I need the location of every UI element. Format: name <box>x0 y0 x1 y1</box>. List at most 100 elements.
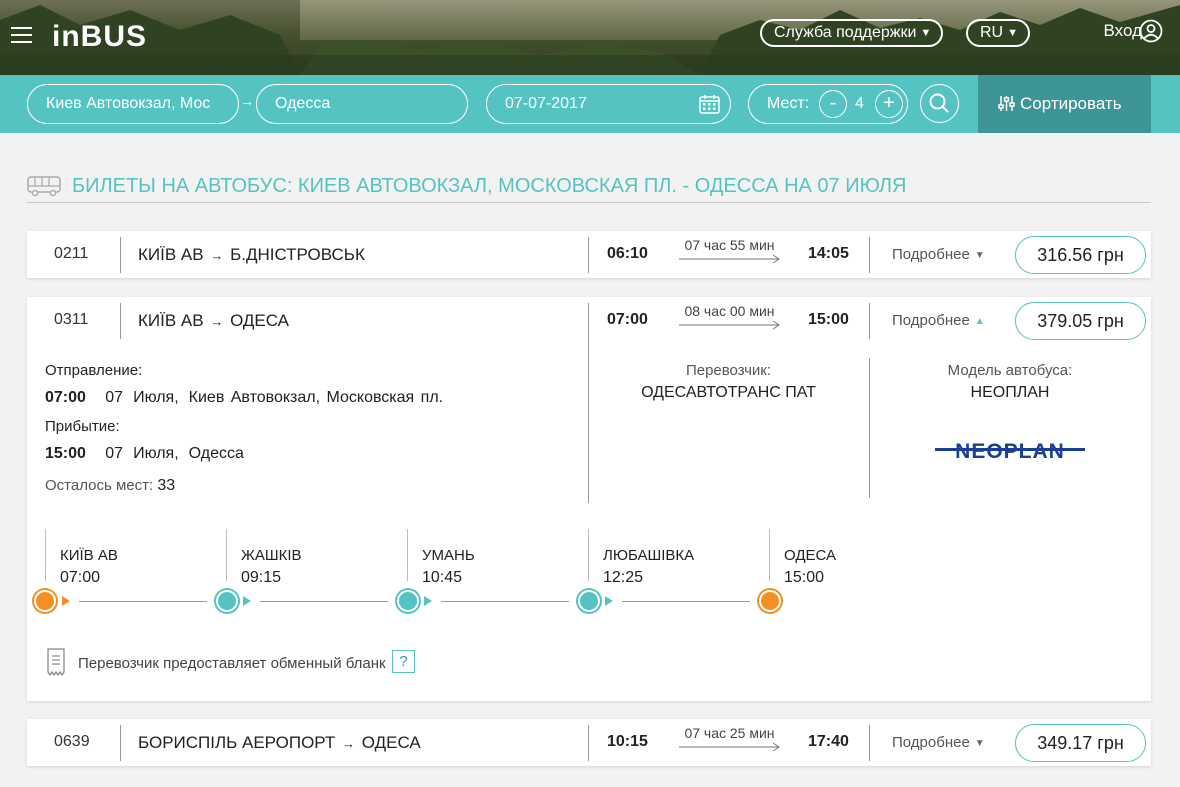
departure-detail-time: 07:00 <box>45 389 86 406</box>
departure-time: 06:10 <box>607 245 648 262</box>
route-from: КИЇВ АВ <box>138 245 204 264</box>
route-segment <box>79 601 207 602</box>
arrival-time: 14:05 <box>808 245 849 262</box>
hamburger-icon[interactable] <box>11 27 32 44</box>
divider <box>869 725 870 761</box>
trip-route: КИЇВ АВ → ОДЕСА <box>138 311 289 331</box>
stop-dot <box>578 590 600 612</box>
neoplan-logo: NEOPLAN <box>935 440 1085 462</box>
route-from: КИЇВ АВ <box>138 311 204 330</box>
caret-up-icon: ▲ <box>974 316 985 327</box>
route-from: БОРИСПІЛЬ АЕРОПОРТ <box>138 733 336 752</box>
route-to: ОДЕСА <box>361 733 421 752</box>
stop-name: КИЇВ АВ <box>60 547 118 564</box>
route-to: Б.ДНІСТРОВСЬК <box>230 245 365 264</box>
stop-time: 15:00 <box>784 569 825 586</box>
site-header: inBUS Служба поддержки ▼ RU ▼ Вход <box>0 0 1180 75</box>
departure-time: 07:00 <box>607 311 648 328</box>
duration-arrow-icon <box>679 742 780 752</box>
arrow-right-icon: → <box>210 314 224 329</box>
seats-plus-button[interactable]: + <box>875 90 903 118</box>
details-label: Подробнее <box>892 246 970 263</box>
details-toggle[interactable]: Подробнее ▼ <box>892 734 985 751</box>
search-bar: Киев Автовокзал, Мос → Одесса 07-07-2017… <box>0 75 1180 133</box>
carrier-label: Перевозчик: <box>685 362 772 379</box>
stop-time: 07:00 <box>60 569 101 586</box>
calendar-icon[interactable] <box>699 94 720 114</box>
direction-pointer-icon <box>424 596 432 606</box>
trip-details: Отправление: 07:00 07 Июля, Киев Автовокза… <box>27 344 1151 701</box>
exchange-note: Перевозчик предоставляет обменный бланк <box>78 655 386 672</box>
details-toggle[interactable]: Подробнее ▼ <box>892 246 985 263</box>
trip-duration: 07 час 25 мин <box>684 725 775 741</box>
direction-pointer-icon <box>62 596 70 606</box>
support-label: Служба поддержки <box>774 24 917 41</box>
trip-route: КИЇВ АВ → Б.ДНІСТРОВСЬК <box>138 245 365 265</box>
stop-time: 12:25 <box>603 569 644 586</box>
stop-marker-line <box>407 529 408 581</box>
search-button[interactable] <box>920 84 959 123</box>
arrival-month: Июля, <box>133 445 179 462</box>
language-dropdown[interactable]: RU ▼ <box>966 19 1030 47</box>
stop-dot-end <box>759 590 781 612</box>
route-to: ОДЕСА <box>230 311 290 330</box>
details-label: Подробнее <box>892 734 970 751</box>
sort-button[interactable]: Сортировать <box>978 75 1151 133</box>
page-title: БИЛЕТЫ НА АВТОБУС: КИЕВ АВТОВОКЗАЛ, МОСК… <box>72 175 907 197</box>
details-label: Подробнее <box>892 312 970 329</box>
sliders-icon <box>998 96 1015 111</box>
caret-down-icon: ▼ <box>974 738 985 749</box>
price-button[interactable]: 349.17 грн <box>1015 724 1146 762</box>
divider <box>120 725 121 761</box>
details-toggle[interactable]: Подробнее ▲ <box>892 312 985 329</box>
date-input[interactable]: 07-07-2017 <box>486 84 731 124</box>
trip-row[interactable]: 0639 БОРИСПІЛЬ АЕРОПОРТ → ОДЕСА 10:15 07… <box>27 719 1151 766</box>
duration-arrow-icon <box>679 320 780 330</box>
login-link[interactable]: Вход <box>1104 19 1142 43</box>
date-value: 07-07-2017 <box>505 95 587 112</box>
divider <box>120 303 121 339</box>
divider <box>869 303 870 339</box>
seats-minus-button[interactable]: - <box>819 90 847 118</box>
arrow-right-icon: → <box>342 736 356 751</box>
stop-time: 10:45 <box>422 569 463 586</box>
departure-month: Июля, <box>133 389 179 406</box>
trip-route: БОРИСПІЛЬ АЕРОПОРТ → ОДЕСА <box>138 733 421 753</box>
neoplan-logo-text: NEOPLAN <box>955 440 1065 462</box>
trip-row[interactable]: 0211 КИЇВ АВ → Б.ДНІСТРОВСЬК 06:10 07 ча… <box>27 231 1151 278</box>
stop-name: УМАНЬ <box>422 547 475 564</box>
stop-name: ОДЕСА <box>784 547 837 564</box>
caret-down-icon: ▼ <box>1007 27 1018 39</box>
divider <box>869 358 870 498</box>
site-logo[interactable]: inBUS <box>52 20 147 54</box>
arrival-time: 17:40 <box>808 733 849 750</box>
support-dropdown[interactable]: Служба поддержки ▼ <box>760 19 944 47</box>
to-input[interactable]: Одесса <box>256 84 468 124</box>
bus-model: НЕОПЛАН <box>970 384 1050 401</box>
seats-count: 4 <box>855 95 864 112</box>
price-button[interactable]: 379.05 грн <box>1015 302 1146 340</box>
route-segment <box>441 601 569 602</box>
seats-left-label: Осталось мест: <box>45 477 154 494</box>
stop-name: ЛЮБАШІВКА <box>603 547 695 564</box>
price-button[interactable]: 316.56 грн <box>1015 236 1146 274</box>
trip-code: 0211 <box>54 245 89 262</box>
arrival-day: 07 <box>105 445 124 462</box>
from-input[interactable]: Киев Автовокзал, Мос <box>27 84 239 124</box>
seats-stepper: Мест: - 4 + <box>748 84 908 124</box>
caret-down-icon: ▼ <box>920 27 932 39</box>
user-icon[interactable] <box>1139 19 1163 43</box>
route-segment <box>622 601 750 602</box>
arrow-right-icon: → <box>210 248 224 263</box>
arrival-place: Одесса <box>188 445 244 462</box>
stop-dot-start <box>34 590 56 612</box>
seats-left: Осталось мест: 33 <box>45 477 175 495</box>
trip-card: 0639 БОРИСПІЛЬ АЕРОПОРТ → ОДЕСА 10:15 07… <box>27 719 1151 766</box>
stop-marker-line <box>588 529 589 581</box>
trip-row[interactable]: 0311 КИЇВ АВ → ОДЕСА 07:00 08 час 00 мин… <box>27 297 1151 503</box>
direction-pointer-icon <box>605 596 613 606</box>
departure-time: 10:15 <box>607 733 648 750</box>
route-segment <box>260 601 388 602</box>
help-button[interactable]: ? <box>392 650 415 673</box>
language-label: RU <box>980 24 1004 41</box>
